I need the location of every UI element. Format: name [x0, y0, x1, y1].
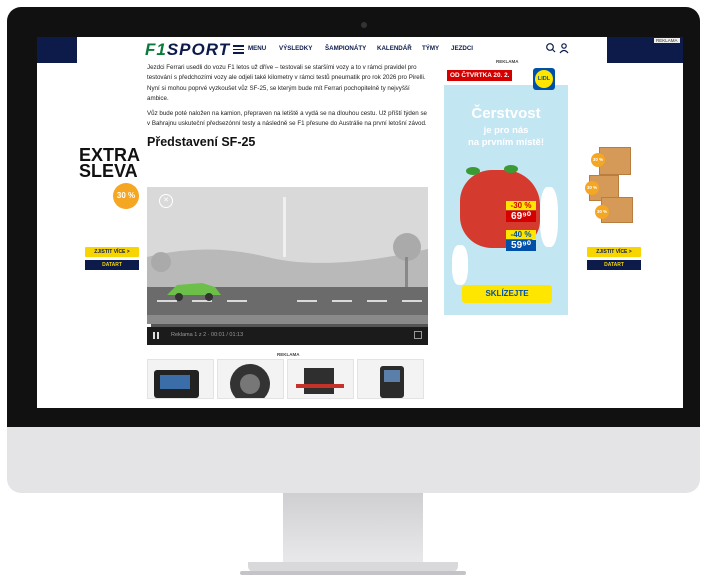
section-heading: Představení SF-25	[147, 134, 256, 149]
side-ad-cta-button[interactable]: ZJISTIT VÍCE >	[85, 247, 139, 257]
datart-logo: DATART	[587, 260, 641, 270]
logo-suffix: SPORT	[166, 40, 231, 59]
monitor-base-shadow	[240, 571, 466, 575]
menu-icon[interactable]	[233, 45, 244, 54]
discount-badge: 30 %	[591, 153, 605, 167]
nav-item-drivers[interactable]: JEZDCI	[451, 45, 473, 52]
article-paragraph: Vůz bude poté naložen na kamion, přeprav…	[147, 110, 427, 128]
nav-item-calendar[interactable]: KALENDÁŘ	[377, 45, 412, 52]
side-ad-headline: EXTRA SLEVA	[79, 146, 140, 181]
discount-badge: 30 %	[585, 181, 599, 195]
bunny-image	[452, 245, 468, 285]
datart-logo: DATART	[85, 260, 139, 270]
pause-icon[interactable]	[153, 332, 159, 339]
nav-item-championships[interactable]: ŠAMPIONÁTY	[325, 45, 366, 52]
logo-prefix: F1	[145, 40, 167, 59]
leaf-image	[504, 165, 518, 173]
webcam	[361, 22, 367, 28]
leaf-image	[466, 167, 480, 175]
video-player[interactable]: ✕ Reklama 1 z 2 · 00:01 / 01:13	[147, 187, 428, 345]
discount-badge: 30 %	[595, 205, 609, 219]
product-ad-label: REKLAMA	[277, 352, 300, 357]
discount-badge: -30 %	[506, 201, 536, 210]
lidl-ad-date: OD ČTVRTKA 20. 2.	[447, 70, 513, 81]
browser-viewport: REKLAMA F1SPORT MENU VÝSLEDKY ŠAMPIONÁTY…	[37, 37, 683, 408]
product-ad-item[interactable]	[147, 359, 214, 399]
lidl-ad-label: REKLAMA	[496, 59, 519, 64]
lidl-logo: LIDL	[533, 68, 555, 90]
product-ad-row	[147, 359, 428, 399]
lidl-logo-text: LIDL	[535, 70, 553, 88]
monitor-stand	[283, 493, 423, 563]
site-logo[interactable]: F1SPORT	[145, 40, 230, 60]
bunny-image	[540, 187, 558, 247]
menu-button[interactable]: MENU	[248, 45, 266, 52]
product-ad-item[interactable]	[287, 359, 354, 399]
fullscreen-icon[interactable]	[414, 331, 422, 339]
lidl-subline-1: je pro nás	[483, 125, 529, 136]
price-tag: 69⁹⁰	[506, 211, 536, 222]
side-ad-right[interactable]: 30 % 30 % 30 % ZJISTIT VÍCE > DATART	[577, 137, 647, 287]
side-ad-cta-button[interactable]: ZJISTIT VÍCE >	[587, 247, 641, 257]
lidl-cta-button[interactable]: SKLÍZEJTE	[462, 285, 552, 303]
mute-icon[interactable]: ✕	[159, 194, 173, 208]
search-icon[interactable]	[546, 43, 556, 53]
lidl-headline: Čerstvost	[471, 105, 541, 122]
video-time: Reklama 1 z 2 · 00:01 / 01:13	[171, 332, 244, 338]
video-frame	[147, 187, 428, 327]
discount-badge: 30 %	[113, 183, 139, 209]
user-icon[interactable]	[559, 43, 569, 54]
lidl-subline-2: na prvním místě!	[467, 137, 545, 148]
video-controls: Reklama 1 z 2 · 00:01 / 01:13	[147, 327, 428, 345]
monitor-chin	[7, 427, 700, 493]
header-icons	[545, 42, 569, 57]
side-ad-headline-2: SLEVA	[79, 161, 138, 181]
side-ad-left[interactable]: EXTRA SLEVA 30 % ZJISTIT VÍCE > DATART	[77, 146, 147, 287]
product-ad-item[interactable]	[357, 359, 424, 399]
lidl-ad-banner[interactable]: OD ČTVRTKA 20. 2. LIDL Čerstvost je pro …	[444, 67, 568, 315]
site-header: REKLAMA F1SPORT MENU VÝSLEDKY ŠAMPIONÁTY…	[37, 37, 683, 63]
discount-badge: -40 %	[506, 230, 536, 239]
product-ad-item[interactable]	[217, 359, 284, 399]
nav-item-teams[interactable]: TÝMY	[422, 45, 439, 52]
lidl-subline: je pro nás na prvním místě!	[444, 125, 568, 149]
article-body: Jezdci Ferrari usedli do vozu F1 letos u…	[147, 63, 427, 157]
nav-item-results[interactable]: VÝSLEDKY	[279, 45, 312, 52]
price-tag: 59⁹⁰	[506, 240, 536, 251]
top-ad-label: REKLAMA	[654, 38, 680, 43]
header-band-left	[37, 37, 77, 63]
article-paragraph: Jezdci Ferrari usedli do vozu F1 letos u…	[147, 64, 426, 102]
